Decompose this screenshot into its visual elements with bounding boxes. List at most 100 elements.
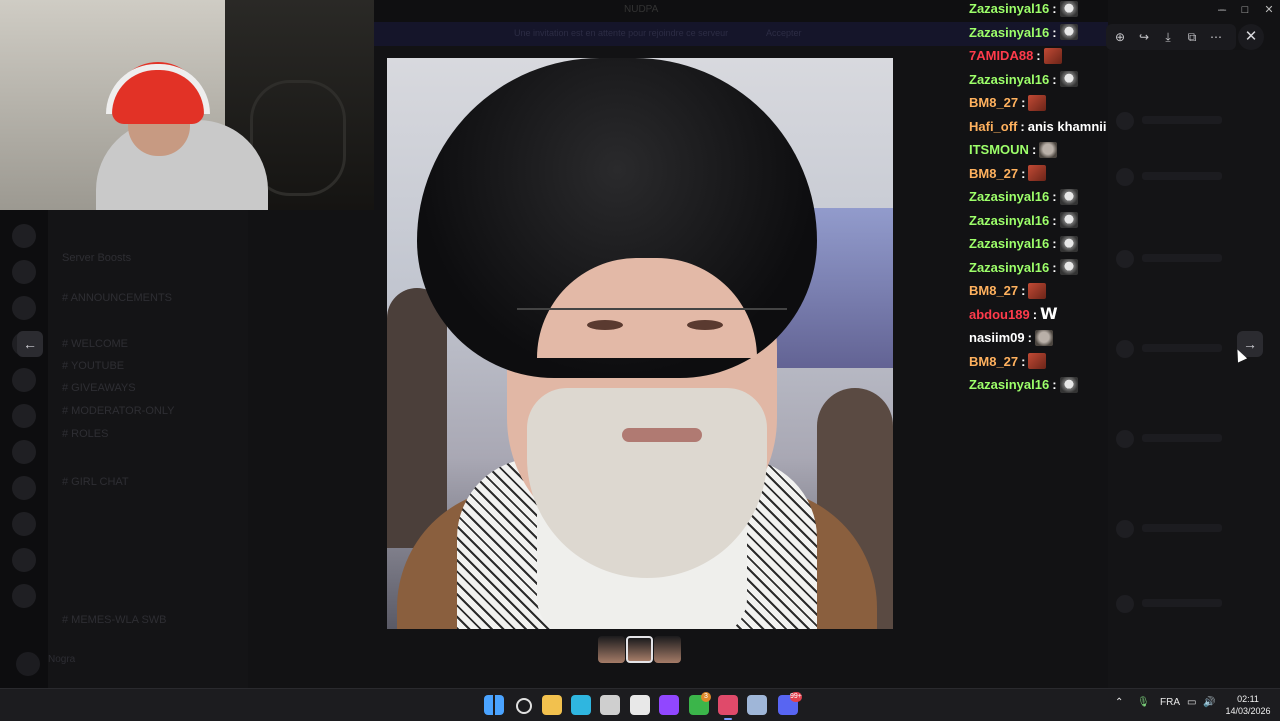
maximize-icon[interactable]: □	[1238, 4, 1252, 16]
banner-accept-button[interactable]: Accepter	[766, 28, 802, 38]
chat-message: BM8_27:	[969, 353, 1047, 376]
user-name: Nogra	[48, 654, 76, 665]
server-icon[interactable]	[12, 440, 36, 464]
open-external-icon[interactable]: ⧉	[1183, 28, 1201, 46]
skull-emote-icon	[1059, 71, 1078, 88]
member-item[interactable]	[1116, 595, 1266, 613]
discord-icon[interactable]: 99+	[778, 692, 802, 715]
media-player-icon[interactable]	[718, 695, 738, 720]
avatar[interactable]	[16, 652, 40, 676]
chat-username: ITSMOUN	[969, 142, 1029, 158]
member-item[interactable]	[1116, 430, 1266, 448]
server-icon[interactable]	[12, 224, 36, 248]
chat-message: Zazasinyal16:	[969, 376, 1078, 399]
webcam-feed	[0, 0, 374, 210]
viewer-image[interactable]	[387, 58, 893, 629]
network-icon[interactable]: ▭	[1187, 697, 1196, 708]
channel-item[interactable]: Server Boosts	[62, 252, 131, 266]
more-icon[interactable]: ⋯	[1207, 28, 1225, 46]
chrome-icon[interactable]: 3	[689, 692, 711, 715]
skull-emote-icon	[1059, 376, 1078, 393]
zoom-in-icon[interactable]: ⊕	[1111, 28, 1129, 46]
channel-item[interactable]: # GIVEAWAYS	[62, 382, 136, 396]
server-icon[interactable]	[12, 368, 36, 392]
channel-item[interactable]: # MEMES-WLA SWB	[62, 614, 167, 628]
chat-message: BM8_27:	[969, 282, 1047, 305]
channel-item[interactable]: # GIRL CHAT	[62, 476, 129, 490]
skull-emote-icon	[1059, 235, 1078, 252]
clock-date: 14/03/2026	[1225, 706, 1271, 716]
file-explorer-icon[interactable]	[542, 695, 562, 715]
server-icon[interactable]	[12, 296, 36, 320]
server-icon[interactable]	[12, 476, 36, 500]
clock[interactable]: 02:11 14/03/2026	[1222, 693, 1274, 717]
chat-message: BM8_27:	[969, 165, 1047, 188]
edge-icon[interactable]	[571, 695, 591, 715]
channel-item[interactable]: # YOUTUBE	[62, 360, 124, 374]
microphone-icon[interactable]: 🎙	[1137, 697, 1150, 708]
thumbnail[interactable]	[598, 636, 625, 663]
avatar	[1116, 340, 1134, 358]
channel-item[interactable]: # ROLES	[62, 428, 108, 442]
member-item[interactable]	[1116, 168, 1266, 186]
volume-icon[interactable]: 🔊	[1203, 697, 1215, 708]
channel-item[interactable]: # ANNOUNCEMENTS	[62, 292, 172, 306]
avatar	[1116, 520, 1134, 538]
start-button[interactable]	[484, 695, 504, 715]
thumbnail-active[interactable]	[626, 636, 653, 663]
steam-icon[interactable]	[747, 695, 767, 715]
chat-separator: :	[1021, 165, 1026, 181]
chat-username: BM8_27	[969, 353, 1019, 369]
minimize-icon[interactable]: –	[1214, 4, 1228, 16]
channel-item[interactable]: # MODERATOR-ONLY	[62, 405, 174, 419]
skull-emote-icon	[1059, 259, 1078, 276]
obs-icon[interactable]	[630, 695, 650, 715]
server-icon[interactable]	[12, 584, 36, 608]
forward-icon[interactable]: ↪	[1135, 28, 1153, 46]
server-icon[interactable]	[12, 404, 36, 428]
skull-emote-icon	[1059, 0, 1078, 17]
w-emote-icon: W	[1040, 304, 1058, 324]
cat-emote-icon	[1028, 94, 1047, 111]
member-item[interactable]	[1116, 250, 1266, 268]
skull-emote-icon	[1059, 24, 1078, 41]
chat-message: Zazasinyal16:	[969, 259, 1078, 282]
chat-username: Zazasinyal16	[969, 377, 1050, 393]
cat-emote-icon	[1043, 47, 1062, 64]
chat-username: Zazasinyal16	[969, 212, 1050, 228]
avatar	[1116, 430, 1134, 448]
chat-separator: :	[1052, 24, 1057, 40]
language-indicator[interactable]: FRA	[1160, 697, 1180, 708]
server-title: NUDPA	[624, 4, 659, 15]
chat-separator: :	[1031, 142, 1037, 158]
chat-text: anis khamnii	[1027, 118, 1107, 134]
member-item[interactable]	[1116, 520, 1266, 538]
previous-image-button[interactable]: ←	[17, 331, 43, 357]
chat-message: nasiim09:	[969, 329, 1053, 352]
chat-message: Zazasinyal16:	[969, 188, 1078, 211]
twitch-icon[interactable]	[659, 695, 679, 715]
channel-list: Server Boosts # ANNOUNCEMENTS # WELCOME …	[48, 210, 248, 688]
channel-item[interactable]: # WELCOME	[62, 338, 128, 352]
chat-separator: :	[1052, 71, 1057, 87]
thumbnail[interactable]	[654, 636, 681, 663]
chevron-up-icon[interactable]: ⌃	[1115, 697, 1123, 708]
server-icon[interactable]	[12, 512, 36, 536]
avatar	[1116, 168, 1134, 186]
clock-time: 02:11	[1237, 694, 1259, 704]
search-icon[interactable]	[516, 698, 532, 714]
chat-separator: :	[1027, 330, 1032, 346]
member-item[interactable]	[1116, 112, 1266, 130]
chat-username: Zazasinyal16	[969, 71, 1050, 87]
store-icon[interactable]	[600, 695, 620, 715]
download-icon[interactable]: ⤓	[1159, 28, 1177, 46]
server-icon[interactable]	[12, 260, 36, 284]
chat-separator: :	[1052, 1, 1057, 17]
chat-separator: :	[1032, 306, 1038, 322]
close-button[interactable]: ✕	[1238, 24, 1264, 50]
avatar	[1116, 595, 1134, 613]
server-icon[interactable]	[12, 548, 36, 572]
window-close-icon[interactable]: ✕	[1262, 4, 1276, 16]
cat-emote-icon	[1028, 165, 1047, 182]
chat-separator: :	[1052, 236, 1057, 252]
